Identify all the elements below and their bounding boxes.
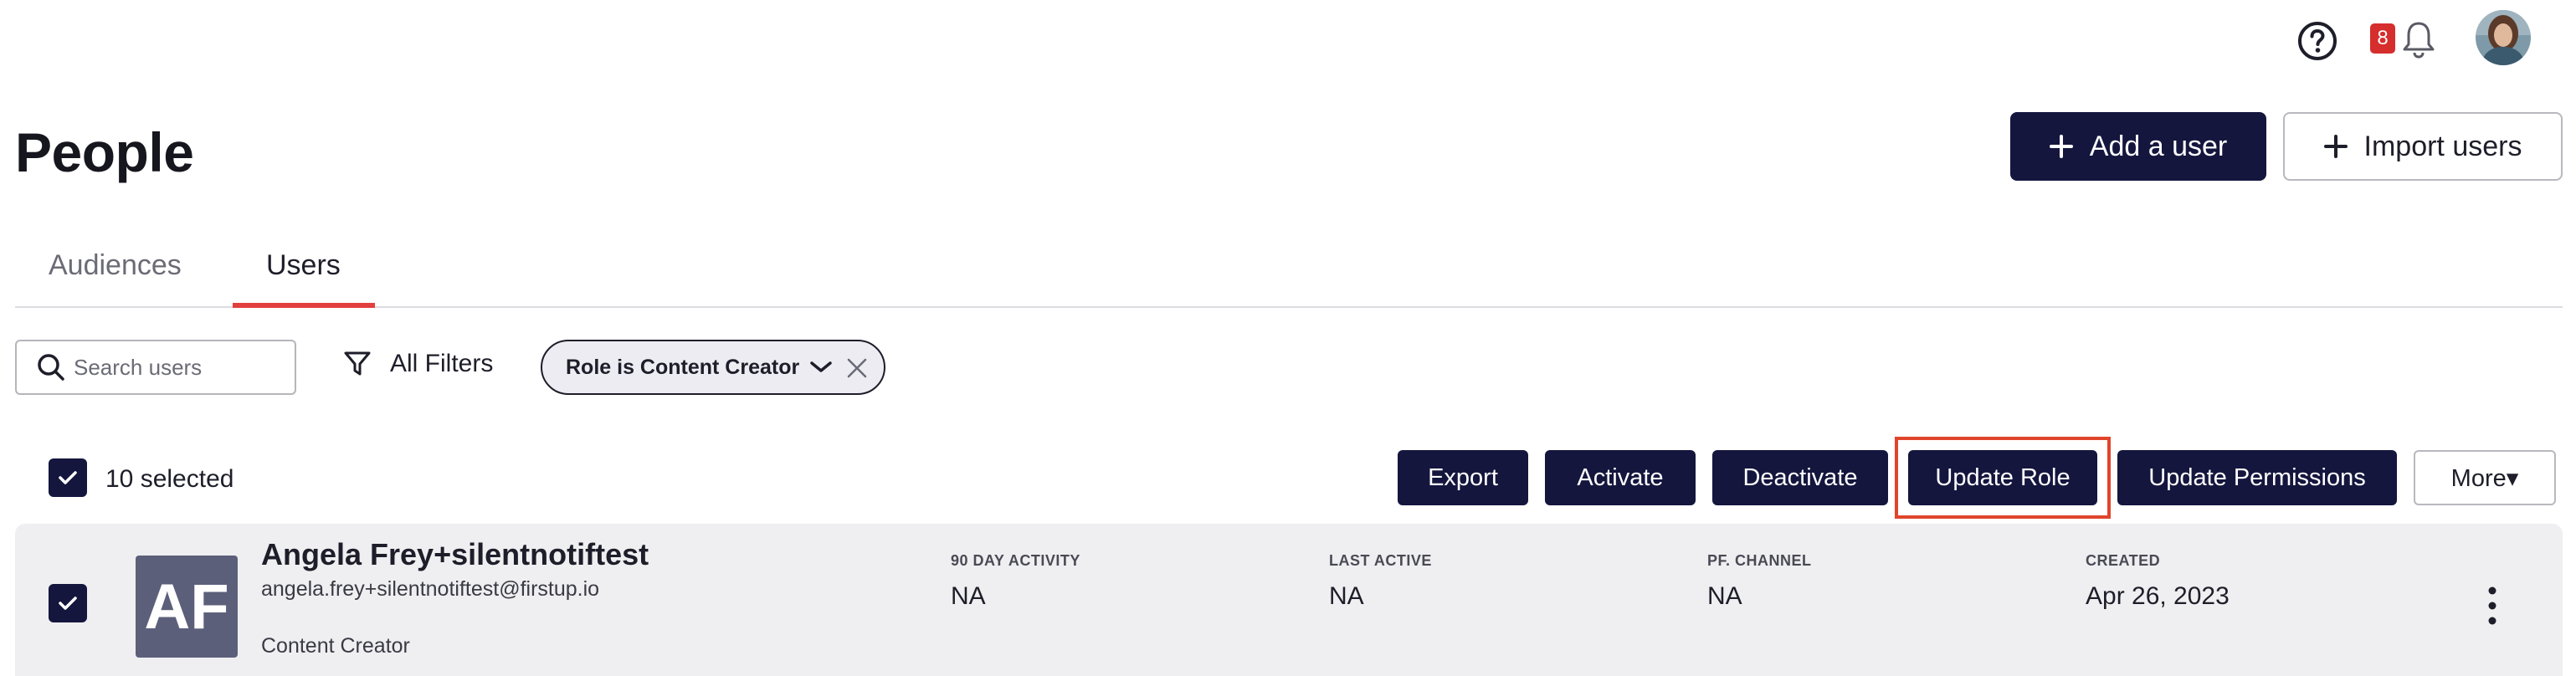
user-avatar: AF bbox=[136, 556, 238, 658]
channel-value: NA bbox=[1707, 582, 1742, 610]
update-permissions-button[interactable]: Update Permissions bbox=[2117, 450, 2397, 505]
search-input[interactable] bbox=[74, 354, 291, 381]
chevron-down-icon[interactable] bbox=[809, 360, 833, 375]
select-all-checkbox[interactable] bbox=[49, 458, 87, 497]
channel-column-label: PF. CHANNEL bbox=[1707, 552, 1812, 569]
activate-button[interactable]: Activate bbox=[1545, 450, 1696, 505]
row-checkbox[interactable] bbox=[49, 584, 87, 622]
notification-count-badge[interactable]: 8 bbox=[2370, 23, 2395, 54]
kebab-menu-icon[interactable] bbox=[2484, 584, 2501, 627]
deactivate-button[interactable]: Deactivate bbox=[1712, 450, 1888, 505]
last-active-value: NA bbox=[1329, 582, 1364, 610]
selected-count: 10 selected bbox=[105, 465, 234, 493]
bell-icon[interactable] bbox=[2399, 18, 2439, 60]
more-button[interactable]: More▾ bbox=[2414, 450, 2556, 505]
checkmark-icon bbox=[59, 597, 77, 610]
last-active-column-label: LAST ACTIVE bbox=[1329, 552, 1432, 569]
activity-value: NA bbox=[951, 582, 986, 610]
created-value: Apr 26, 2023 bbox=[2086, 582, 2230, 610]
filter-chip-label: Role is Content Creator bbox=[566, 355, 800, 379]
search-icon bbox=[38, 354, 64, 381]
help-icon[interactable] bbox=[2296, 20, 2338, 62]
filter-icon bbox=[344, 351, 371, 376]
role-filter-chip[interactable]: Role is Content Creator bbox=[541, 340, 885, 395]
page-title: People bbox=[15, 121, 194, 183]
import-users-label: Import users bbox=[2363, 130, 2522, 162]
avatar-photo bbox=[2476, 10, 2531, 65]
created-column-label: CREATED bbox=[2086, 552, 2161, 569]
add-user-button[interactable]: Add a user bbox=[2010, 112, 2266, 181]
tab-audiences[interactable]: Audiences bbox=[49, 249, 182, 282]
add-user-label: Add a user bbox=[2089, 130, 2228, 162]
close-icon[interactable] bbox=[845, 356, 869, 380]
table-row[interactable]: AF Angela Frey+silentnotiftest angela.fr… bbox=[15, 524, 2563, 676]
search-field[interactable] bbox=[15, 340, 296, 395]
active-tab-indicator bbox=[233, 303, 375, 308]
update-role-highlight bbox=[1895, 437, 2111, 519]
export-button[interactable]: Export bbox=[1398, 450, 1528, 505]
import-users-button[interactable]: Import users bbox=[2283, 112, 2563, 181]
top-bar: 8 bbox=[0, 0, 2576, 80]
user-role: Content Creator bbox=[261, 634, 410, 658]
tab-users[interactable]: Users bbox=[266, 249, 341, 282]
plus-icon bbox=[2049, 135, 2073, 158]
plus-icon bbox=[2323, 135, 2348, 158]
avatar[interactable] bbox=[2476, 10, 2531, 65]
user-email: angela.frey+silentnotiftest@firstup.io bbox=[261, 577, 600, 601]
user-name[interactable]: Angela Frey+silentnotiftest bbox=[261, 537, 649, 572]
checkmark-icon bbox=[59, 471, 77, 484]
activity-column-label: 90 DAY ACTIVITY bbox=[951, 552, 1080, 569]
all-filters-button[interactable]: All Filters bbox=[343, 350, 493, 378]
all-filters-label: All Filters bbox=[390, 350, 494, 377]
tab-bar: Audiences Users bbox=[15, 234, 2563, 308]
